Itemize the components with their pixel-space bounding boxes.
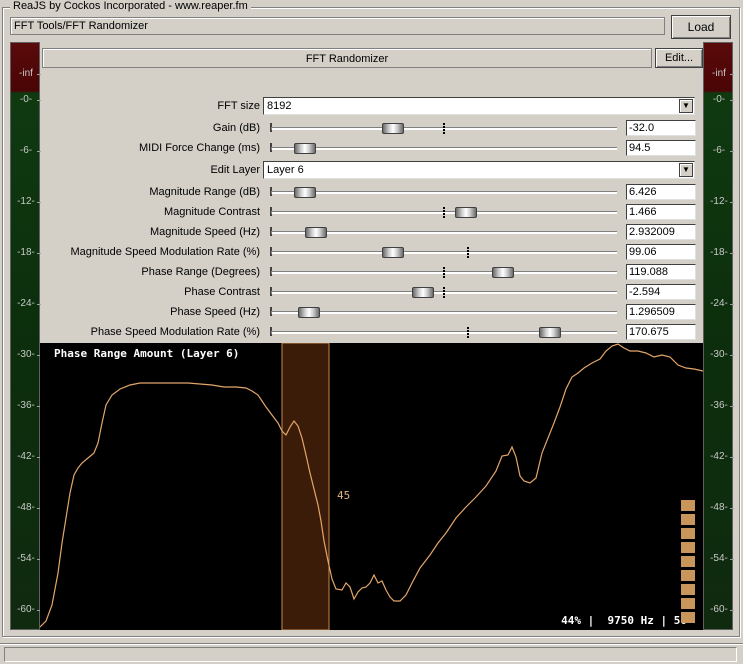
edit-layer-select[interactable]: Layer 6 ▼	[263, 161, 695, 179]
band-value-label: 45	[337, 489, 351, 502]
slider-thumb[interactable]	[382, 247, 404, 258]
meter-scale-label: -6-	[704, 146, 734, 156]
graph-status-readout: 44% | 9750 Hz | 50	[561, 614, 687, 627]
meter-scale-label: -54-	[704, 554, 734, 564]
slider-thumb[interactable]	[382, 123, 404, 134]
meter-scale-label: -54-	[11, 554, 41, 564]
magnitude-speed-mod-label: Magnitude Speed Modulation Rate (%)	[70, 246, 260, 258]
meter-scale-label: -36-	[704, 401, 734, 411]
magnitude-range-label: Magnitude Range (dB)	[149, 186, 260, 198]
phase-range-curve	[40, 343, 703, 628]
slider-default-mark	[467, 247, 469, 258]
midi-force-change-value-field[interactable]: 94.5	[626, 140, 696, 156]
level-block	[681, 542, 695, 553]
status-cell	[4, 647, 737, 662]
meter-scale-label: -30-	[11, 350, 41, 360]
phase-contrast-value-field[interactable]: -2.594	[626, 284, 696, 300]
level-block	[681, 612, 695, 623]
magnitude-speed-label: Magnitude Speed (Hz)	[149, 226, 260, 238]
meter-scale-label: -24-	[704, 299, 734, 309]
input-level-meter: -inf -0- -6- -12- -18- -24- -30- -36- -42- -48- -5…	[10, 42, 41, 630]
meter-scale-label: -18-	[11, 248, 41, 258]
meter-scale-label: -0-	[11, 95, 41, 105]
phase-range-value-field[interactable]: 119.088	[626, 264, 696, 280]
slider-thumb[interactable]	[539, 327, 561, 338]
meter-scale-label: -24-	[11, 299, 41, 309]
level-block	[681, 514, 695, 525]
slider-default-mark	[443, 287, 445, 298]
load-button[interactable]: Load	[671, 15, 731, 39]
phase-range-label: Phase Range (Degrees)	[141, 266, 260, 278]
level-block	[681, 528, 695, 539]
gain-label: Gain (dB)	[212, 122, 260, 134]
level-block	[681, 598, 695, 609]
meter-scale-label: -inf	[11, 69, 41, 79]
meter-scale-label: -18-	[704, 248, 734, 258]
fft-size-select[interactable]: 8192 ▼	[263, 97, 695, 115]
slider-thumb[interactable]	[294, 143, 316, 154]
meter-scale-label: -12-	[704, 197, 734, 207]
meter-scale-label: -48-	[11, 503, 41, 513]
status-bar	[0, 643, 743, 664]
meter-scale-label: -36-	[11, 401, 41, 411]
slider-thumb[interactable]	[492, 267, 514, 278]
meter-scale-label: -42-	[704, 452, 734, 462]
meter-scale-label: -42-	[11, 452, 41, 462]
slider-thumb[interactable]	[455, 207, 477, 218]
meter-scale-label: -inf	[704, 69, 734, 79]
window-title: ReaJS by Cockos Incorporated - www.reape…	[10, 0, 251, 12]
phase-speed-label: Phase Speed (Hz)	[170, 306, 260, 318]
selected-band	[281, 343, 330, 630]
meter-scale-label: -0-	[704, 95, 734, 105]
level-block	[681, 556, 695, 567]
slider-default-mark	[443, 123, 445, 134]
graph-canvas[interactable]	[40, 343, 703, 630]
magnitude-contrast-label: Magnitude Contrast	[164, 206, 260, 218]
slider-track[interactable]	[271, 311, 617, 314]
effect-path-field[interactable]: FFT Tools/FFT Randomizer	[10, 17, 665, 35]
fft-size-label: FFT size	[217, 100, 260, 112]
magnitude-speed-mod-value-field[interactable]: 99.06	[626, 244, 696, 260]
slider-track[interactable]	[271, 251, 617, 254]
level-block	[681, 500, 695, 511]
slider-track[interactable]	[271, 147, 617, 150]
phase-speed-value-field[interactable]: 1.296509	[626, 304, 696, 320]
chevron-down-icon[interactable]: ▼	[679, 99, 693, 113]
midi-force-change-label: MIDI Force Change (ms)	[138, 142, 260, 154]
edit-button[interactable]: Edit...	[655, 48, 703, 68]
slider-track[interactable]	[271, 191, 617, 194]
meter-scale-label: -48-	[704, 503, 734, 513]
phase-range-graph[interactable]: Phase Range Amount (Layer 6) 45 44% | 97…	[40, 343, 703, 630]
phase-contrast-label: Phase Contrast	[184, 286, 260, 298]
gain-value-field[interactable]: -32.0	[626, 120, 696, 136]
slider-default-mark	[467, 327, 469, 338]
slider-track[interactable]	[271, 331, 617, 334]
meter-scale-label: -60-	[11, 605, 41, 615]
edit-layer-value: Layer 6	[267, 164, 304, 176]
fft-size-value: 8192	[267, 100, 292, 112]
slider-thumb[interactable]	[298, 307, 320, 318]
meter-scale-label: -6-	[11, 146, 41, 156]
slider-thumb[interactable]	[294, 187, 316, 198]
slider-thumb[interactable]	[412, 287, 434, 298]
slider-default-mark	[443, 267, 445, 278]
edit-layer-label: Edit Layer	[210, 164, 260, 176]
graph-title: Phase Range Amount (Layer 6)	[54, 347, 240, 360]
phase-speed-mod-value-field[interactable]: 170.675	[626, 324, 696, 340]
meter-scale-label: -30-	[704, 350, 734, 360]
output-level-meter: -inf -0- -6- -12- -18- -24- -30- -36- -42- -48- -5…	[703, 42, 734, 630]
chevron-down-icon[interactable]: ▼	[679, 163, 693, 177]
meter-scale-label: -12-	[11, 197, 41, 207]
phase-speed-mod-label: Phase Speed Modulation Rate (%)	[90, 326, 260, 338]
magnitude-contrast-value-field[interactable]: 1.466	[626, 204, 696, 220]
level-block	[681, 584, 695, 595]
meter-scale-label: -60-	[704, 605, 734, 615]
slider-default-mark	[443, 207, 445, 218]
slider-thumb[interactable]	[305, 227, 327, 238]
plugin-title: FFT Randomizer	[42, 48, 652, 68]
magnitude-speed-value-field[interactable]: 2.932009	[626, 224, 696, 240]
level-block	[681, 570, 695, 581]
magnitude-range-value-field[interactable]: 6.426	[626, 184, 696, 200]
